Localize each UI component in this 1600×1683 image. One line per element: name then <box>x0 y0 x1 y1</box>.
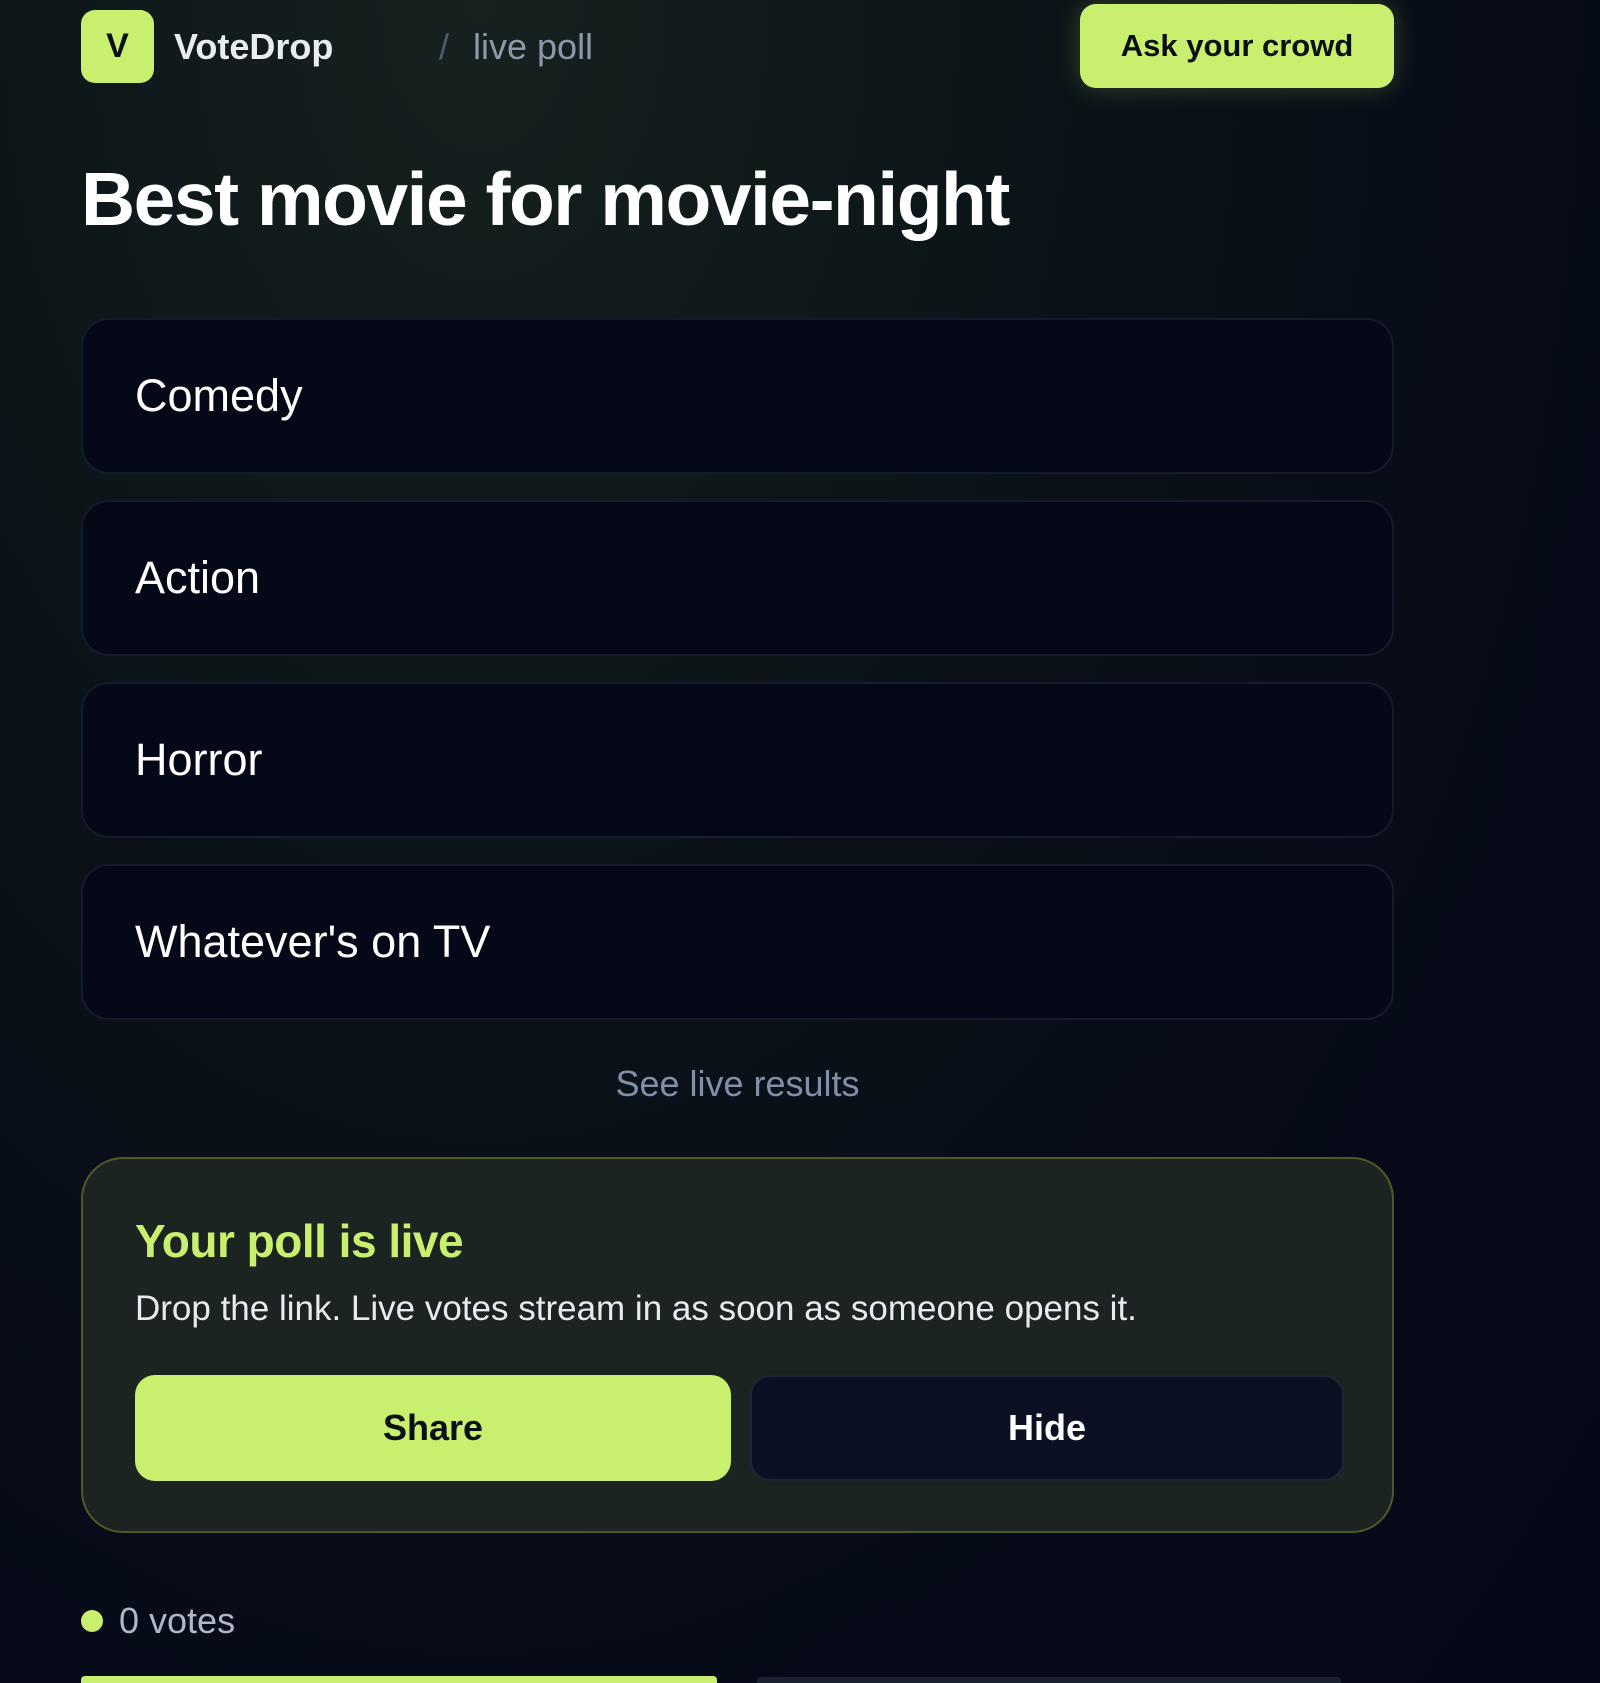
header: V VoteDrop / live poll Ask your crowd <box>81 4 1394 98</box>
share-button[interactable]: Share <box>135 1375 731 1481</box>
hide-button[interactable]: Hide <box>750 1375 1344 1481</box>
vote-count-text: 0 votes <box>119 1600 236 1641</box>
poll-title: Best movie for movie-night <box>81 157 1010 241</box>
ask-your-crowd-button[interactable]: Ask your crowd <box>1080 4 1394 88</box>
breadcrumb-separator: / <box>439 26 450 67</box>
poll-option[interactable]: Horror <box>81 682 1394 838</box>
vote-count: 0 votes <box>81 1600 235 1642</box>
live-card-title: Your poll is live <box>135 1215 464 1267</box>
live-status-dot-icon <box>81 1610 103 1632</box>
live-card-description: Drop the link. Live votes stream in as s… <box>135 1289 1137 1328</box>
poll-option[interactable]: Comedy <box>81 318 1394 474</box>
poll-page: V VoteDrop / live poll Ask your crowd Be… <box>0 0 1600 1683</box>
bottom-button-partial-right[interactable] <box>757 1677 1341 1683</box>
see-live-results-link[interactable]: See live results <box>81 1063 1394 1105</box>
breadcrumb-section: live poll <box>473 26 594 67</box>
logo-badge[interactable]: V <box>81 10 154 83</box>
option-label: Horror <box>135 734 263 785</box>
option-label: Comedy <box>135 370 303 421</box>
brand-name[interactable]: VoteDrop <box>174 26 333 68</box>
option-label: Action <box>135 552 261 603</box>
bottom-button-partial-left[interactable] <box>81 1676 717 1683</box>
poll-live-card: Your poll is live Drop the link. Live vo… <box>81 1157 1394 1533</box>
poll-option[interactable]: Whatever's on TV <box>81 864 1394 1020</box>
option-label: Whatever's on TV <box>135 916 491 967</box>
poll-options: Comedy Action Horror Whatever's on TV <box>81 318 1394 1046</box>
poll-option[interactable]: Action <box>81 500 1394 656</box>
